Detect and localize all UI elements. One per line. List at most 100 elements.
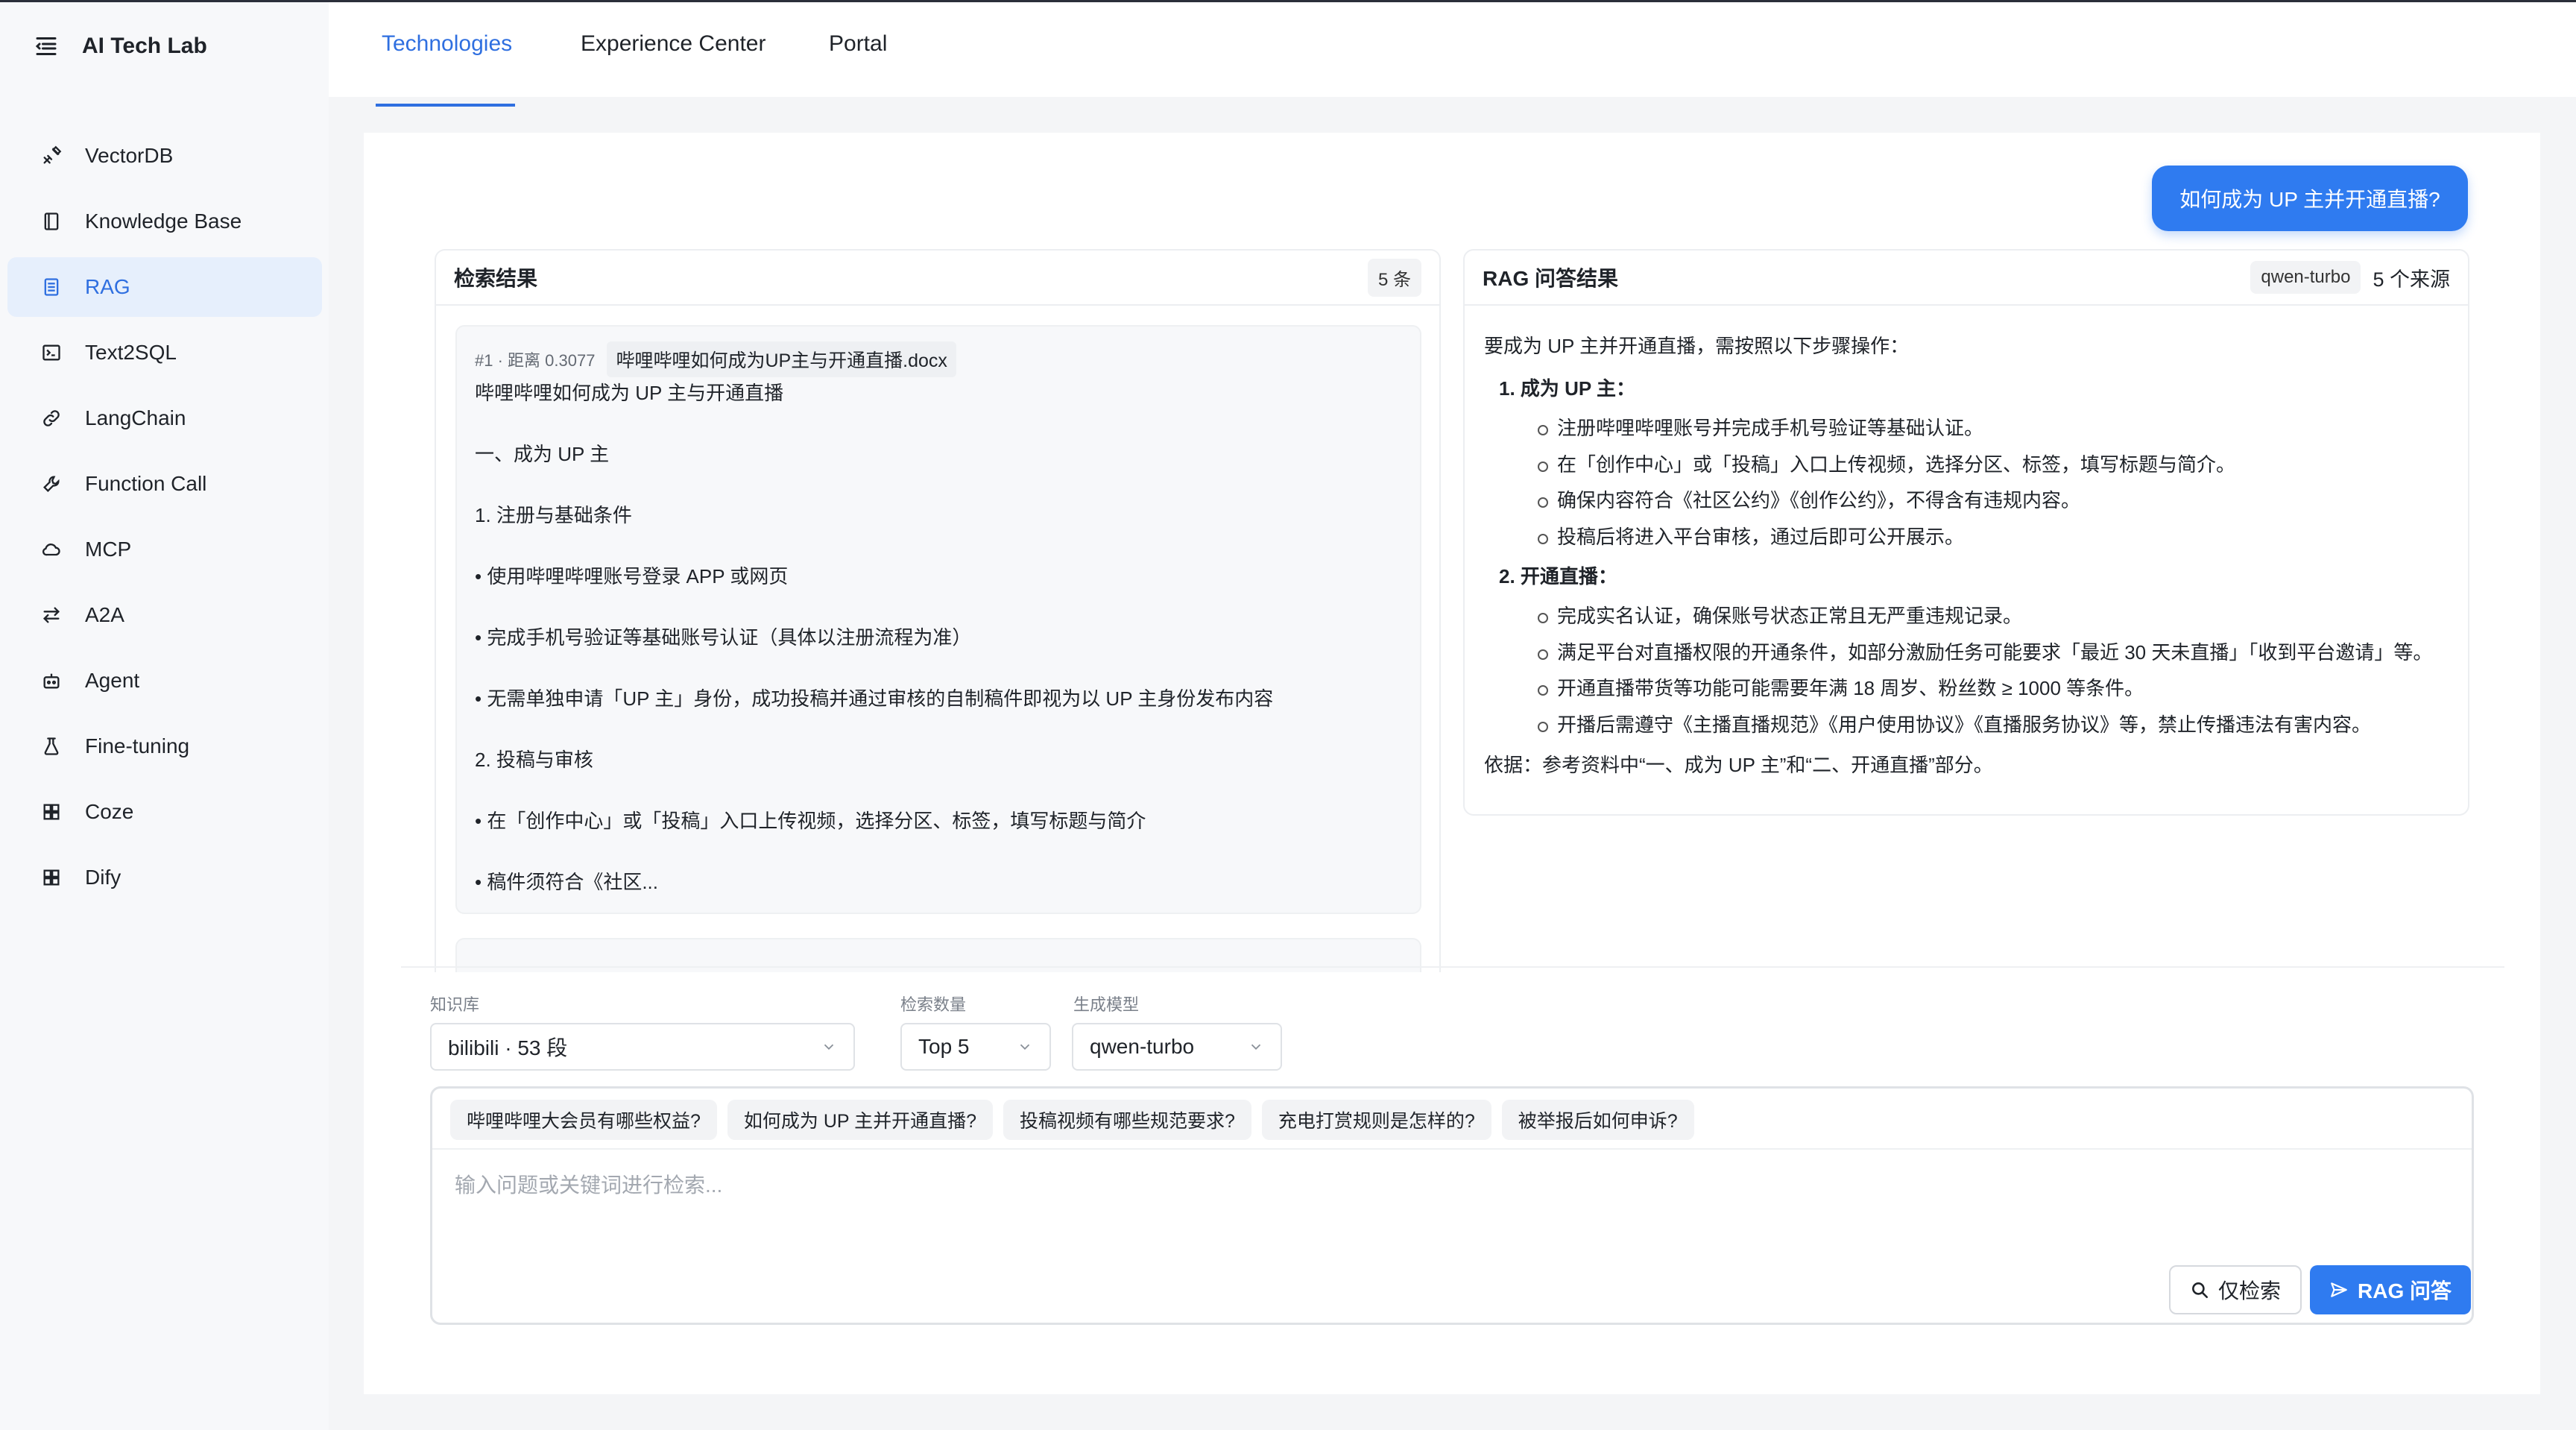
query-input-box: 哔哩哔哩大会员有哪些权益? 如何成为 UP 主并开通直播? 投稿视频有哪些规范要… bbox=[430, 1086, 2474, 1325]
sidebar-item-coze[interactable]: Coze bbox=[7, 782, 322, 842]
knowledge-base-select[interactable]: bilibili · 53 段 bbox=[430, 1023, 855, 1071]
query-textarea[interactable]: 输入问题或关键词进行检索... bbox=[455, 1169, 722, 1199]
answer-list-item: 在「创作中心」或「投稿」入口上传视频，选择分区、标签，填写标题与简介。 bbox=[1484, 447, 2453, 483]
result-line: • 在「创作中心」或「投稿」入口上传视频，选择分区、标签，填写标题与简介 bbox=[475, 810, 1146, 832]
result-content: 哔哩哔哩如何成为 UP 主与开通直播 一、成为 UP 主 1. 注册与基础条件 … bbox=[475, 362, 1402, 913]
answer-list-item: 确保内容符合《社区公约》《创作公约》，不得含有违规内容。 bbox=[1484, 482, 2453, 519]
answer-reference: 依据：参考资料中“一、成为 UP 主”和“二、开通直播”部分。 bbox=[1484, 754, 1993, 776]
answer-list-item: 开播后需遵守《主播直播规范》《用户使用协议》《直播服务协议》等，禁止传播违法有害… bbox=[1484, 707, 2453, 743]
link-icon bbox=[40, 407, 63, 429]
search-icon bbox=[2192, 1282, 2209, 1299]
wrench-icon bbox=[40, 473, 63, 495]
result-count-badge: 5 条 bbox=[1367, 258, 1421, 297]
answer-list-item: 满足平台对直播权限的开通条件，如部分激励任务可能要求「最近 30 天未直播」「收… bbox=[1484, 634, 2453, 671]
chevron-down-icon bbox=[824, 1044, 834, 1051]
book-icon bbox=[40, 210, 63, 233]
plug-icon bbox=[40, 145, 63, 167]
user-query-bubble: 如何成为 UP 主并开通直播? bbox=[2152, 166, 2468, 231]
answer-list-item: 注册哔哩哔哩账号并完成手机号验证等基础认证。 bbox=[1484, 410, 2453, 447]
sidebar-item-label: A2A bbox=[85, 603, 124, 626]
suggestion-chip[interactable]: 哔哩哔哩大会员有哪些权益? bbox=[450, 1100, 717, 1140]
brand: AI Tech Lab bbox=[33, 28, 207, 65]
answer-list-item: 投稿后将进入平台审核，通过后即可公开展示。 bbox=[1484, 519, 2453, 555]
robot-icon bbox=[40, 670, 63, 692]
tab-technologies[interactable]: Technologies bbox=[382, 31, 512, 57]
send-icon bbox=[2331, 1282, 2347, 1297]
answer-section-heading: 2. 开通直播： bbox=[1499, 565, 1617, 588]
model-label: 生成模型 bbox=[1073, 995, 1140, 1014]
topk-select[interactable]: Top 5 bbox=[900, 1023, 1051, 1071]
sidebar-item-vectordb[interactable]: VectorDB bbox=[7, 126, 322, 186]
sidebar-item-label: Dify bbox=[85, 866, 121, 889]
sidebar-item-langchain[interactable]: LangChain bbox=[7, 388, 322, 448]
suggestion-chip[interactable]: 被举报后如何申诉? bbox=[1501, 1100, 1694, 1140]
tab-experience-center[interactable]: Experience Center bbox=[581, 31, 765, 57]
document-list-icon bbox=[40, 276, 63, 298]
input-divider bbox=[432, 1148, 2472, 1150]
result-line: • 无需单独申请「UP 主」身份，成功投稿并通过审核的自制稿件即视为以 UP 主… bbox=[475, 687, 1274, 710]
grid-icon bbox=[40, 866, 63, 889]
suggestion-chip[interactable]: 投稿视频有哪些规范要求? bbox=[1003, 1100, 1251, 1140]
retrieval-results-card: 检索结果 5 条 #1 · 距离 0.3077 哔哩哔哩如何成为UP主与开通直播… bbox=[435, 249, 1441, 972]
sidebar-item-knowledge-base[interactable]: Knowledge Base bbox=[7, 192, 322, 251]
answer-section-heading: 1. 成为 UP 主： bbox=[1499, 377, 1636, 400]
swap-icon bbox=[40, 604, 63, 626]
rag-answer-button[interactable]: RAG 问答 bbox=[2310, 1265, 2472, 1314]
chevron-down-icon bbox=[1020, 1044, 1030, 1051]
grid-icon bbox=[40, 801, 63, 823]
menu-fold-icon[interactable] bbox=[33, 33, 60, 60]
sidebar-item-fine-tuning[interactable]: Fine-tuning bbox=[7, 716, 322, 776]
sidebar-item-label: Fine-tuning bbox=[85, 734, 190, 757]
retrieval-title: 检索结果 bbox=[454, 267, 538, 290]
answer-intro: 要成为 UP 主并开通直播，需按照以下步骤操作： bbox=[1484, 335, 1910, 357]
sidebar-item-label: VectorDB bbox=[85, 144, 174, 167]
sidebar-item-mcp[interactable]: MCP bbox=[7, 520, 322, 579]
kb-label: 知识库 bbox=[430, 995, 480, 1014]
suggestion-chips: 哔哩哔哩大会员有哪些权益? 如何成为 UP 主并开通直播? 投稿视频有哪些规范要… bbox=[450, 1097, 1705, 1142]
sidebar-nav: VectorDB Knowledge Base RAG Text2SQL Lan… bbox=[7, 126, 322, 913]
rag-answer-label: RAG 问答 bbox=[2358, 1279, 2452, 1303]
result-line: • 完成手机号验证等基础账号认证（具体以注册流程为准） bbox=[475, 626, 972, 649]
tab-portal[interactable]: Portal bbox=[829, 31, 887, 57]
terminal-icon bbox=[40, 341, 63, 364]
retrieval-result-item[interactable]: #1 · 距离 0.3077 哔哩哔哩如何成为UP主与开通直播.docx 哔哩哔… bbox=[455, 325, 1421, 914]
cloud-icon bbox=[40, 538, 63, 561]
sidebar-item-label: LangChain bbox=[85, 406, 186, 429]
model-value: qwen-turbo bbox=[1090, 1035, 1195, 1058]
sidebar-item-label: Coze bbox=[85, 800, 134, 823]
topk-value: Top 5 bbox=[918, 1035, 970, 1058]
sidebar-item-label: Text2SQL bbox=[85, 341, 177, 364]
rag-answer-card: RAG 问答结果 qwen-turbo 5 个来源 要成为 UP 主并开通直播，… bbox=[1463, 249, 2469, 816]
sidebar-item-agent[interactable]: Agent bbox=[7, 651, 322, 711]
answer-list-item: 开通直播带货等功能可能需要年满 18 周岁、粉丝数 ≥ 1000 等条件。 bbox=[1484, 670, 2453, 707]
sidebar-item-label: Knowledge Base bbox=[85, 210, 242, 233]
search-only-button[interactable]: 仅检索 bbox=[2169, 1265, 2302, 1314]
answer-title: RAG 问答结果 bbox=[1483, 267, 1619, 290]
result-line: • 稿件须符合《社区... bbox=[475, 871, 658, 893]
answer-list-item: 完成实名认证，确保账号状态正常且无严重违规记录。 bbox=[1484, 598, 2453, 634]
result-line: 1. 注册与基础条件 bbox=[475, 504, 632, 526]
app-title: AI Tech Lab bbox=[82, 34, 207, 58]
sidebar-item-text2sql[interactable]: Text2SQL bbox=[7, 323, 322, 382]
suggestion-chip[interactable]: 充电打赏规则是怎样的? bbox=[1261, 1100, 1491, 1140]
source-count: 5 个来源 bbox=[2373, 268, 2450, 291]
answer-body: 要成为 UP 主并开通直播，需按照以下步骤操作： 1. 成为 UP 主： 注册哔… bbox=[1484, 325, 2453, 787]
result-line: 一、成为 UP 主 bbox=[475, 443, 610, 465]
sidebar-item-function-call[interactable]: Function Call bbox=[7, 454, 322, 514]
answer-header: RAG 问答结果 qwen-turbo 5 个来源 bbox=[1465, 251, 2468, 306]
sidebar-item-label: MCP bbox=[85, 538, 132, 561]
sidebar-item-dify[interactable]: Dify bbox=[7, 848, 322, 907]
sidebar: AI Tech Lab VectorDB Knowledge Base RAG … bbox=[0, 2, 329, 1430]
sidebar-item-label: RAG bbox=[85, 275, 130, 298]
flask-icon bbox=[40, 735, 63, 757]
retrieval-header: 检索结果 5 条 bbox=[436, 251, 1439, 306]
sidebar-item-a2a[interactable]: A2A bbox=[7, 585, 322, 645]
active-tab-indicator bbox=[376, 104, 515, 107]
sidebar-item-label: Function Call bbox=[85, 472, 207, 495]
sidebar-item-rag[interactable]: RAG bbox=[7, 257, 322, 317]
model-badge: qwen-turbo bbox=[2250, 261, 2361, 294]
model-select[interactable]: qwen-turbo bbox=[1072, 1023, 1282, 1071]
kb-value: bilibili · 53 段 bbox=[448, 1036, 568, 1059]
search-only-label: 仅检索 bbox=[2218, 1279, 2282, 1303]
suggestion-chip[interactable]: 如何成为 UP 主并开通直播? bbox=[727, 1100, 993, 1140]
